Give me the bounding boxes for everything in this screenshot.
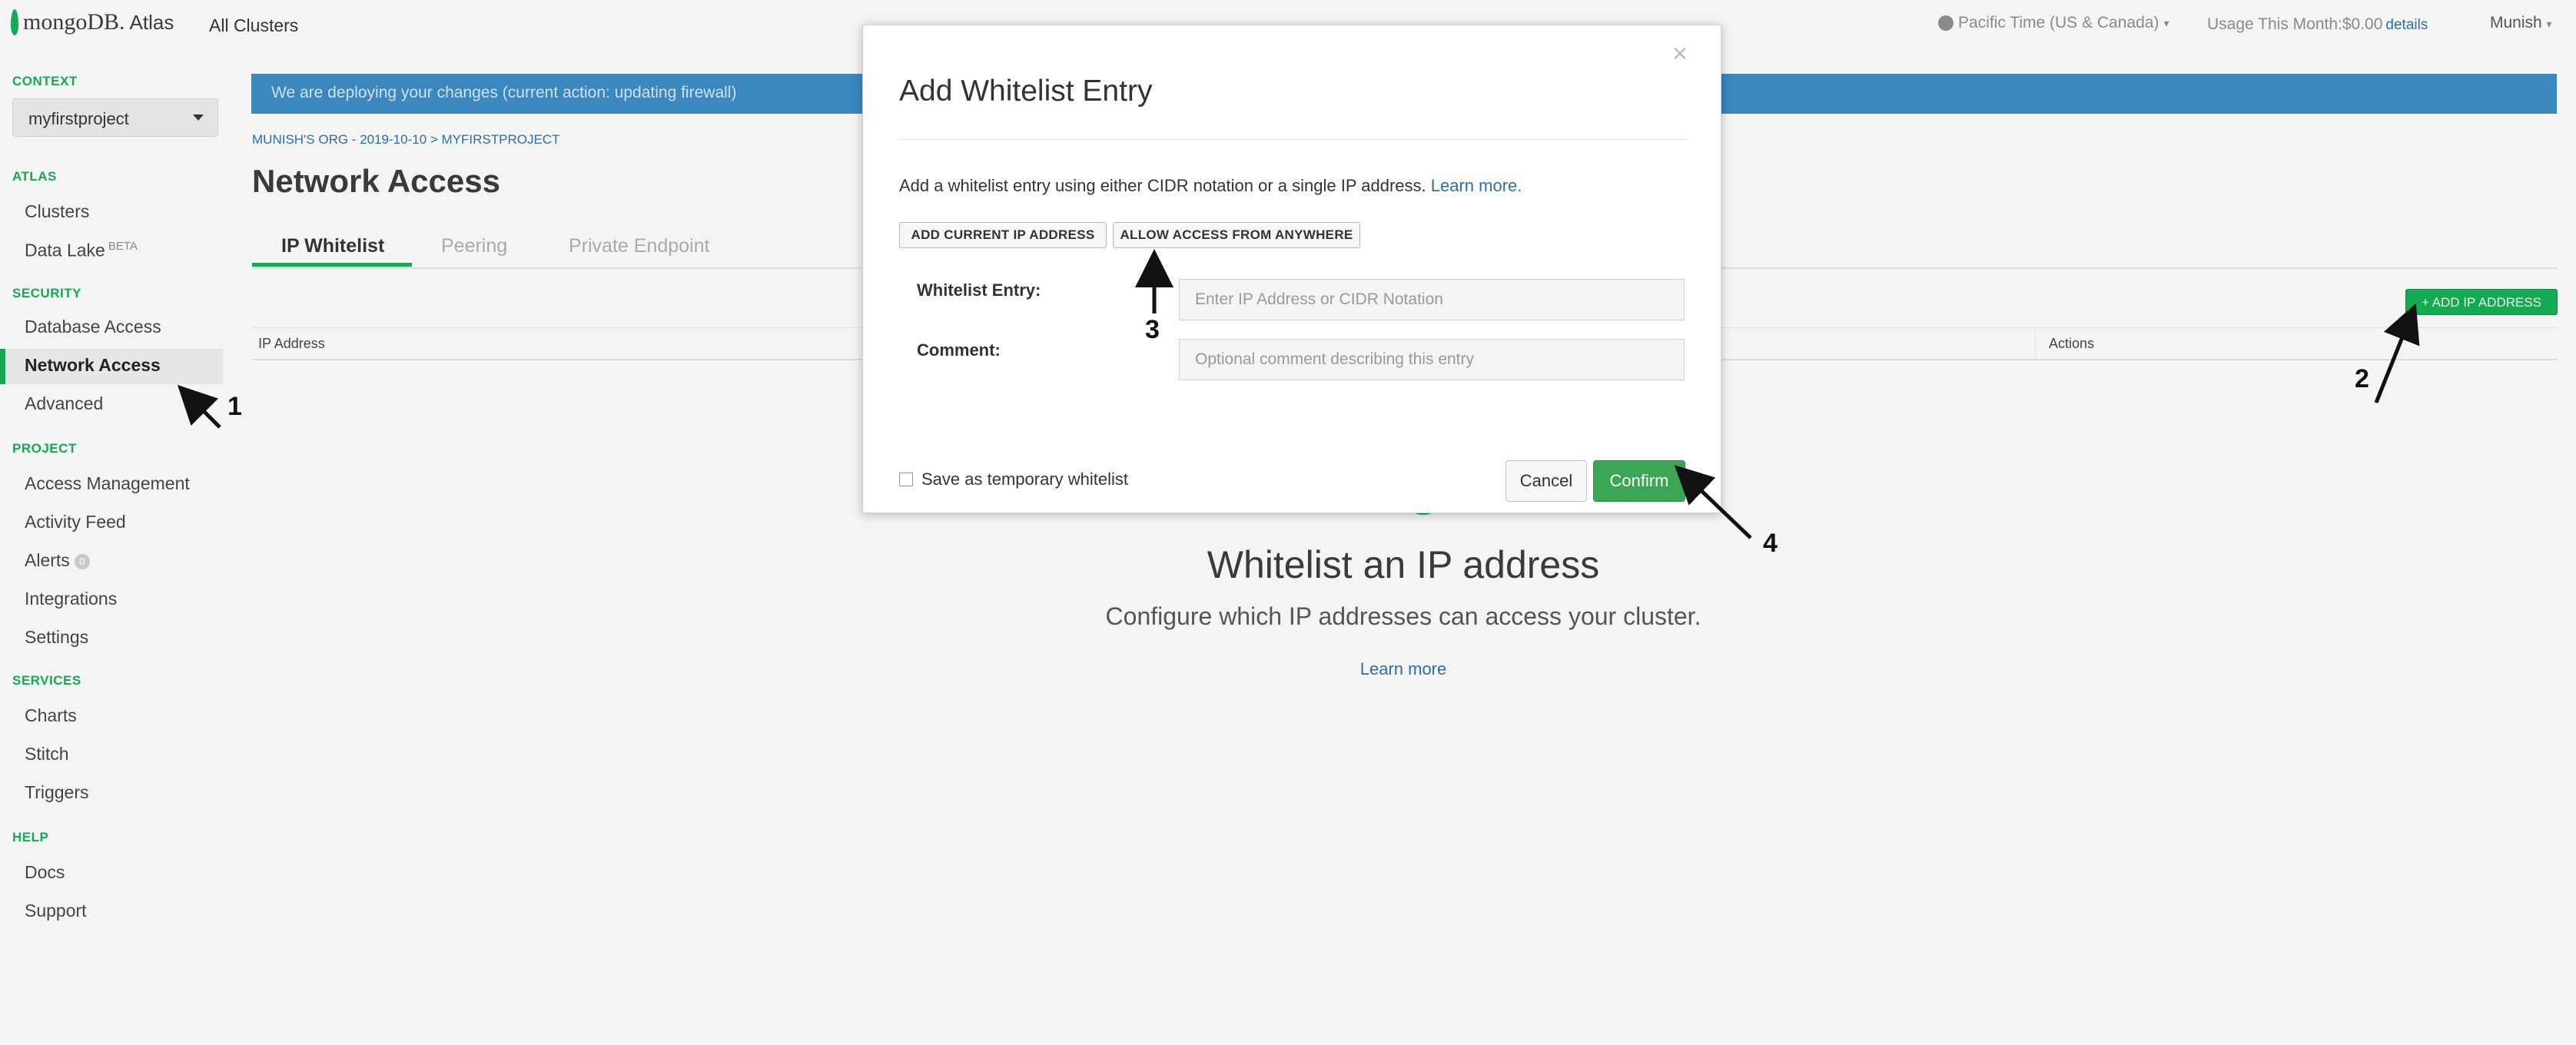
annotation-arrow-1 (177, 384, 221, 429)
annotation-arrow-2 (2374, 303, 2420, 403)
annotation-number-2: 2 (2355, 364, 2369, 393)
annotation-number-4: 4 (1763, 529, 1778, 558)
annotation-number-1: 1 (227, 392, 242, 421)
annotation-arrow-4 (1674, 465, 1752, 539)
annotation-arrows (177, 249, 2420, 539)
annotation-number-3: 3 (1145, 315, 1160, 344)
